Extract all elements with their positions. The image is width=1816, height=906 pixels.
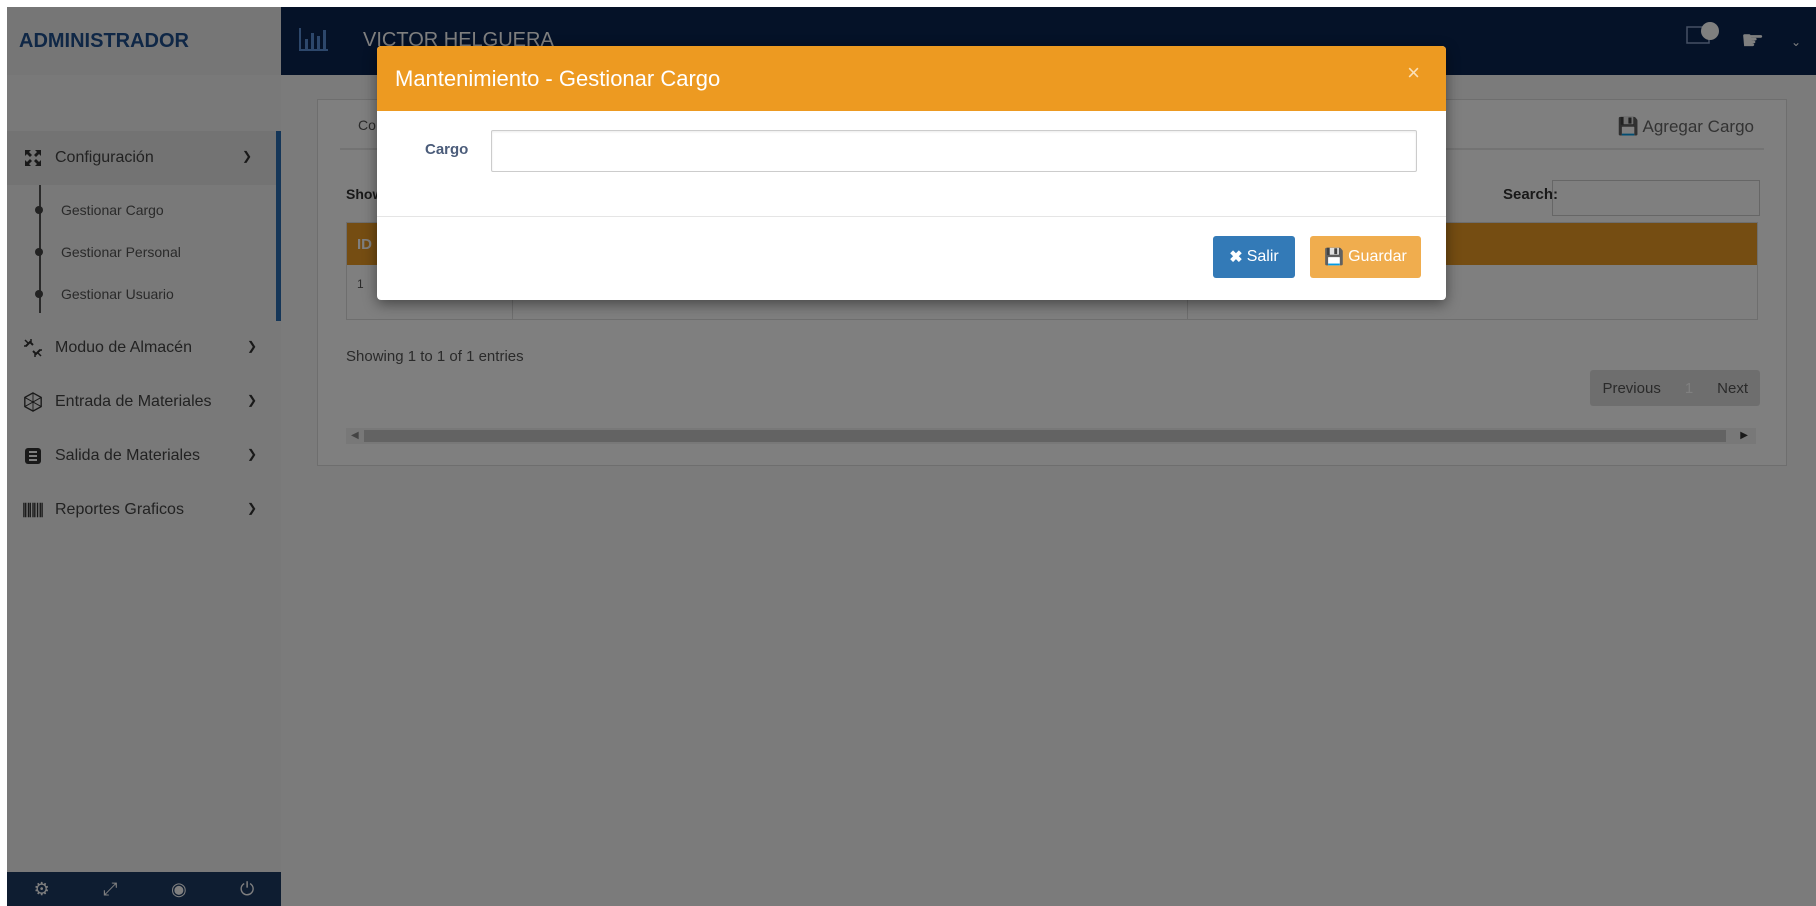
cargo-input[interactable] xyxy=(491,130,1417,172)
modal-footer: ✖ Salir 💾 Guardar xyxy=(377,217,1446,300)
salir-button[interactable]: ✖ Salir xyxy=(1213,236,1295,278)
guardar-label: Guardar xyxy=(1348,248,1407,265)
guardar-button[interactable]: 💾 Guardar xyxy=(1310,236,1421,278)
modal-header: Mantenimiento - Gestionar Cargo × xyxy=(377,46,1446,111)
cargo-label: Cargo xyxy=(425,141,469,158)
modal-title: Mantenimiento - Gestionar Cargo xyxy=(395,65,721,91)
salir-label: Salir xyxy=(1246,248,1279,265)
close-icon: ✖ xyxy=(1229,249,1243,266)
cargo-modal: Mantenimiento - Gestionar Cargo × Cargo … xyxy=(377,46,1446,300)
modal-body: Cargo xyxy=(377,111,1446,217)
close-icon[interactable]: × xyxy=(1407,60,1420,86)
app-frame: ADMINISTRADOR Configuración ❯ Gestionar … xyxy=(7,7,1816,906)
save-icon: 💾 xyxy=(1324,249,1345,266)
